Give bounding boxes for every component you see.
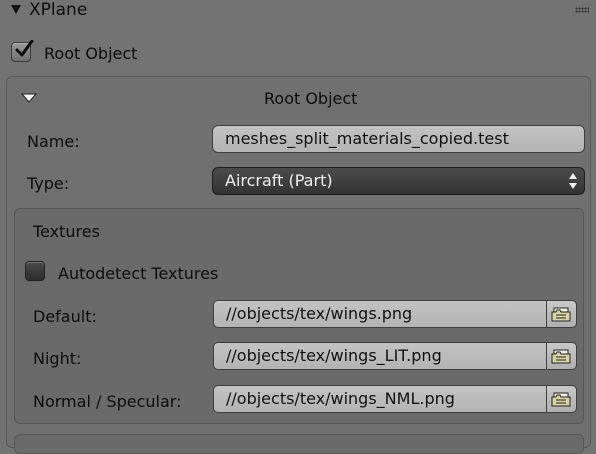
normal-specular-texture-input[interactable]: //objects/tex/wings_NML.png [213,385,547,413]
drag-grip-icon[interactable] [575,7,589,13]
night-texture-input[interactable]: //objects/tex/wings_LIT.png [213,342,547,370]
root-object-box-title: Root Object [264,89,358,108]
root-object-collapse-icon[interactable] [21,93,37,103]
normal-specular-texture-label: Normal / Specular: [33,392,182,411]
panel-collapse-icon[interactable] [11,5,21,14]
up-down-arrows-icon [569,173,577,189]
next-section-box [14,434,584,454]
type-label: Type: [27,174,70,193]
root-object-checkbox[interactable] [11,40,34,62]
folder-open-icon [551,349,571,364]
night-texture-browse-button[interactable] [547,342,577,370]
default-texture-input[interactable]: //objects/tex/wings.png [213,300,547,328]
autodetect-textures-checkbox[interactable] [25,261,45,281]
root-object-checkbox-label[interactable]: Root Object [44,44,137,63]
night-texture-label: Night: [33,349,82,368]
autodetect-textures-label[interactable]: Autodetect Textures [58,264,218,283]
name-input[interactable]: meshes_split_materials_copied.test [212,125,585,153]
xplane-panel-header[interactable]: XPlane [0,0,596,24]
default-texture-browse-button[interactable] [547,300,577,328]
folder-open-icon [551,392,571,407]
textures-title: Textures [33,222,100,241]
type-select[interactable]: Aircraft (Part) [212,167,585,195]
type-select-value: Aircraft (Part) [225,171,333,190]
name-label: Name: [27,132,80,151]
default-texture-label: Default: [33,307,97,326]
panel-title: XPlane [29,0,88,20]
checkmark-icon [15,40,34,57]
folder-open-icon [551,307,571,322]
normal-specular-texture-browse-button[interactable] [547,385,577,413]
